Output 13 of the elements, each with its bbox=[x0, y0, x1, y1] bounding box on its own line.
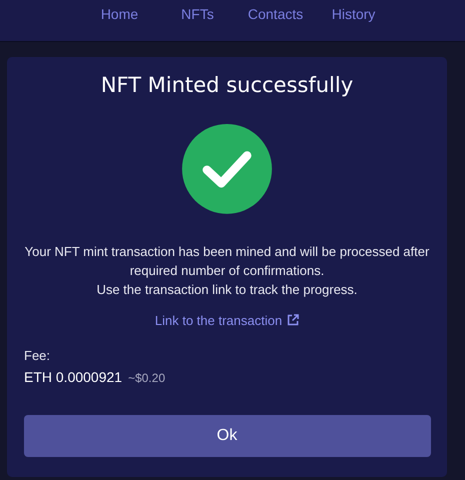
check-icon bbox=[180, 124, 274, 214]
fee-amount: ETH 0.0000921 bbox=[24, 368, 122, 385]
fee-fiat-value: ~$0.20 bbox=[128, 370, 166, 385]
nav-link[interactable]: Contacts bbox=[236, 0, 314, 22]
nav-link[interactable]: History bbox=[314, 0, 392, 22]
external-link-icon bbox=[287, 314, 300, 326]
nav-link[interactable]: NFTs bbox=[158, 0, 236, 22]
transaction-link[interactable]: Link to the transaction bbox=[154, 312, 300, 328]
nav-link[interactable]: Home bbox=[80, 0, 158, 22]
message-text: Your NFT mint transaction has been mined and will be processed after required number of confirmations. Use the transaction link to track the progress. bbox=[24, 242, 430, 299]
ok-button[interactable]: Ok bbox=[24, 414, 430, 457]
dialog-title: NFT Minted successfully bbox=[100, 73, 354, 97]
fee-label: Fee: bbox=[24, 348, 52, 363]
